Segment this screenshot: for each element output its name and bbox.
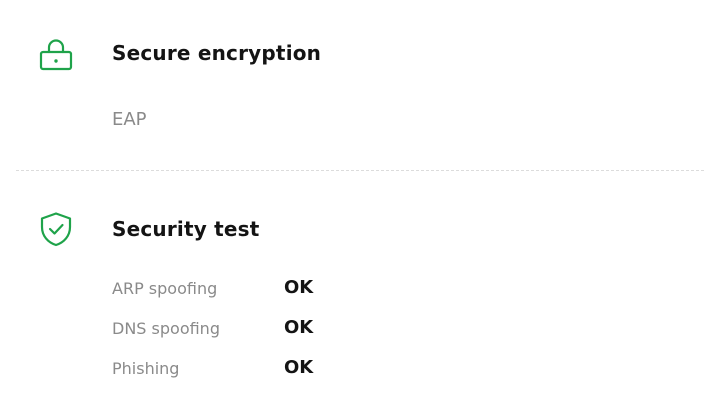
test-row-dns-spoofing: DNS spoofing OK bbox=[112, 317, 412, 341]
test-label: ARP spoofing bbox=[112, 279, 218, 298]
shield-check-icon bbox=[38, 211, 74, 247]
test-label: Phishing bbox=[112, 359, 180, 378]
test-result: OK bbox=[284, 317, 314, 338]
test-result: OK bbox=[284, 357, 314, 378]
encryption-method-value: EAP bbox=[112, 109, 147, 130]
lock-icon bbox=[38, 37, 74, 73]
security-test-section: Security test ARP spoofing OK DNS spoofi… bbox=[0, 171, 719, 410]
test-result: OK bbox=[284, 277, 314, 298]
secure-encryption-section: Secure encryption EAP bbox=[0, 0, 719, 170]
test-row-phishing: Phishing OK bbox=[112, 357, 412, 381]
secure-encryption-title: Secure encryption bbox=[112, 41, 322, 65]
test-label: DNS spoofing bbox=[112, 319, 220, 338]
test-row-arp-spoofing: ARP spoofing OK bbox=[112, 277, 412, 301]
security-test-title: Security test bbox=[112, 217, 260, 241]
